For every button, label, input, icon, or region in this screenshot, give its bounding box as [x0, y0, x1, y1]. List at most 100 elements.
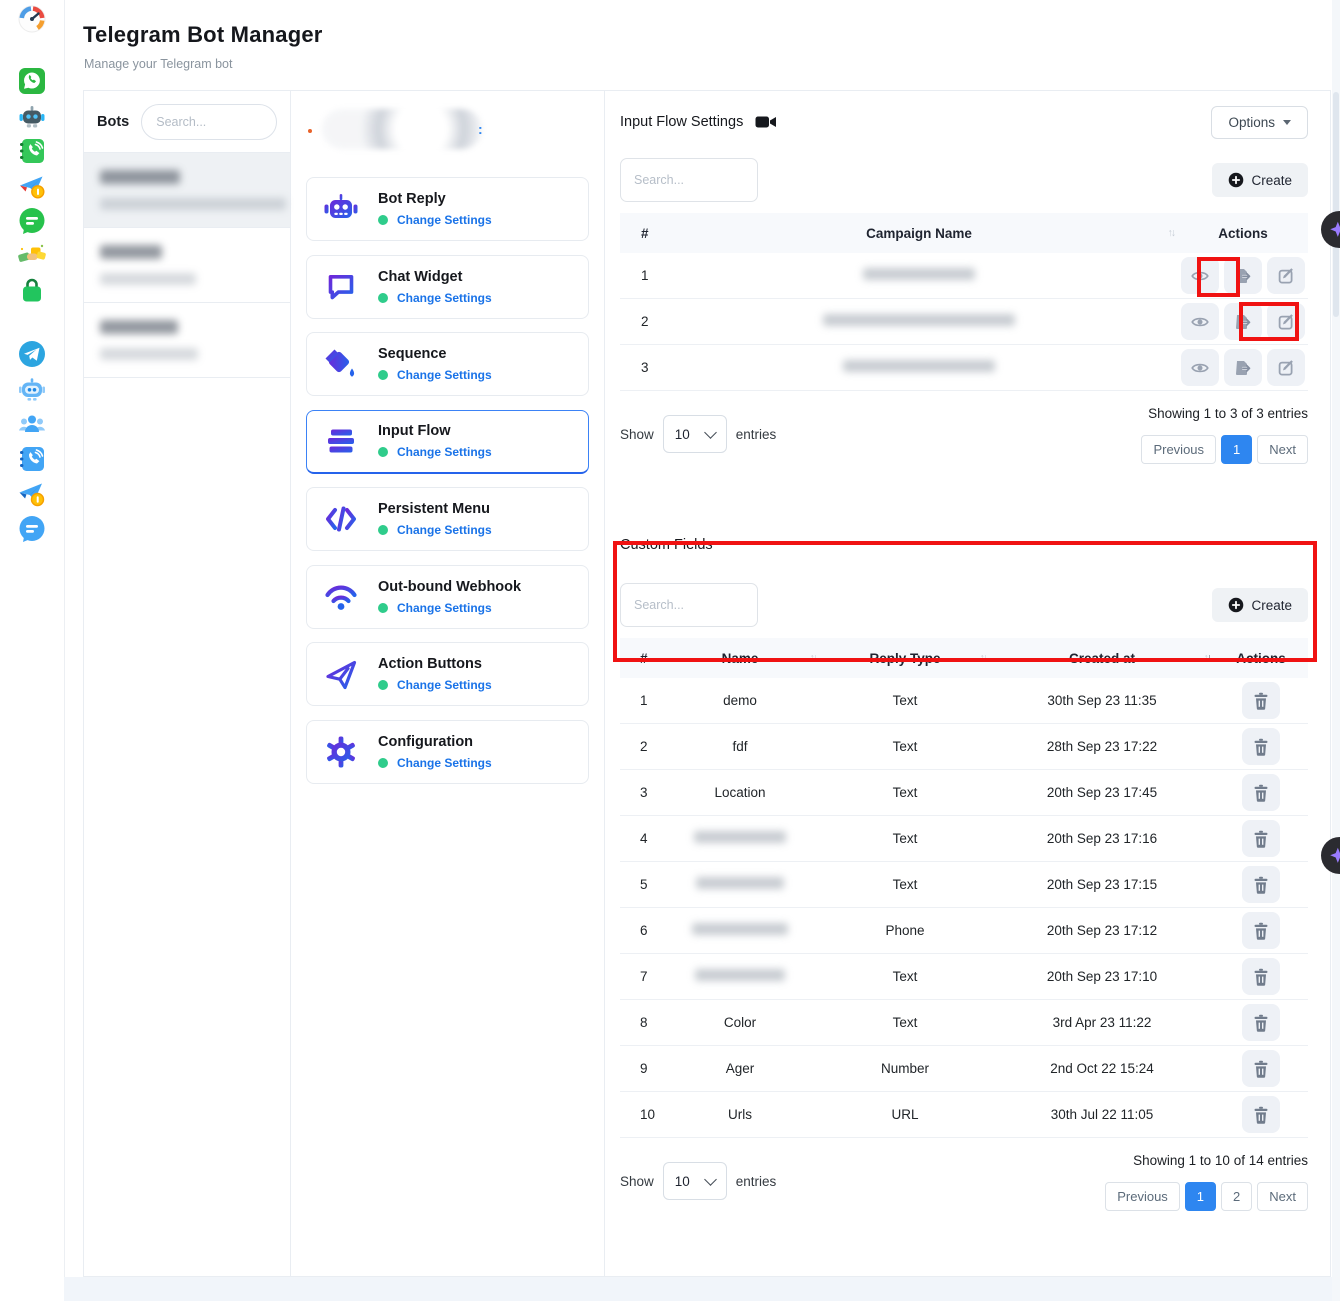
export-button[interactable]: [1224, 349, 1262, 386]
options-button[interactable]: Options: [1211, 106, 1308, 139]
export-button[interactable]: [1224, 303, 1262, 340]
col-reply-type[interactable]: Reply Type↑↓: [820, 651, 990, 666]
delete-button[interactable]: [1242, 774, 1280, 811]
settings-card-bot-reply[interactable]: Bot Reply Change Settings: [306, 177, 589, 241]
partnership-icon[interactable]: [18, 242, 46, 270]
contacts-green-icon[interactable]: [18, 137, 46, 165]
settings-card-sequence[interactable]: Sequence Change Settings: [306, 332, 589, 396]
bots-search-input[interactable]: [141, 104, 277, 140]
change-settings-link[interactable]: Change Settings: [397, 678, 492, 692]
edit-button[interactable]: [1267, 349, 1305, 386]
scrollbar-thumb[interactable]: [1333, 92, 1339, 317]
whatsapp-icon[interactable]: [18, 67, 46, 95]
settings-card-persistent-menu[interactable]: Persistent Menu Change Settings: [306, 487, 589, 551]
group-icon[interactable]: [18, 410, 46, 438]
view-button[interactable]: [1181, 303, 1219, 340]
bot-menu-dots[interactable]: :: [478, 121, 483, 137]
page-scrollbar[interactable]: [1332, 0, 1340, 1301]
content-card: Telegram Bot Manager Manage your Telegra…: [64, 0, 1332, 1277]
trash-icon: [1253, 1106, 1269, 1124]
create-campaign-button[interactable]: Create: [1212, 163, 1308, 197]
settings-card-chat-widget[interactable]: Chat Widget Change Settings: [306, 255, 589, 319]
delete-button[interactable]: [1242, 820, 1280, 857]
shop-bag-icon[interactable]: [18, 277, 46, 305]
change-settings-link[interactable]: Change Settings: [397, 213, 492, 227]
settings-card-configuration[interactable]: Configuration Change Settings: [306, 720, 589, 784]
edit-button[interactable]: [1267, 303, 1305, 340]
change-settings-link[interactable]: Change Settings: [397, 756, 492, 770]
next-page-button[interactable]: Next: [1257, 435, 1308, 464]
bot-list-item[interactable]: [84, 153, 290, 228]
page-button-1[interactable]: 1: [1185, 1182, 1216, 1211]
reply-type: Text: [820, 693, 990, 708]
view-button[interactable]: [1181, 257, 1219, 294]
sort-icon[interactable]: ↑↓: [1168, 227, 1175, 239]
delete-button[interactable]: [1242, 728, 1280, 765]
card-title: Chat Widget: [378, 269, 492, 285]
status-green-dot: [378, 525, 388, 535]
change-settings-link[interactable]: Change Settings: [397, 291, 492, 305]
chat-blue-icon[interactable]: [18, 515, 46, 543]
delete-button[interactable]: [1242, 1096, 1280, 1133]
redacted-field-name: [696, 877, 784, 889]
change-settings-link[interactable]: Change Settings: [397, 601, 492, 615]
custom-fields-search-input[interactable]: [620, 583, 758, 627]
field-name: Location: [660, 785, 820, 800]
edit-button[interactable]: [1267, 257, 1305, 294]
page-size-select[interactable]: 10: [663, 1162, 727, 1200]
reply-type: Phone: [820, 923, 990, 938]
bot-blue-icon[interactable]: [18, 375, 46, 403]
bot-list-item[interactable]: [84, 303, 290, 378]
export-button[interactable]: [1224, 257, 1262, 294]
delete-button[interactable]: [1242, 682, 1280, 719]
telegram-coin-blue-icon[interactable]: [18, 480, 46, 508]
dashboard-logo-icon[interactable]: [18, 5, 46, 33]
chat-green-icon[interactable]: [18, 207, 46, 235]
created-at: 20th Sep 23 17:45: [990, 785, 1214, 800]
delete-button[interactable]: [1242, 866, 1280, 903]
change-settings-link[interactable]: Change Settings: [397, 523, 492, 537]
col-name[interactable]: Name↑↓: [660, 651, 820, 666]
sort-icon[interactable]: ↑↓: [1204, 652, 1211, 664]
telegram-coin-icon[interactable]: [18, 172, 46, 200]
bot-list-item[interactable]: [84, 228, 290, 303]
next-page-button[interactable]: Next: [1257, 1182, 1308, 1211]
redacted-campaign-name: [843, 360, 995, 372]
edit-icon: [1278, 267, 1295, 284]
campaign-search-input[interactable]: [620, 158, 758, 202]
col-campaign-name[interactable]: Campaign Name↑↓: [660, 226, 1178, 241]
status-green-dot: [378, 293, 388, 303]
sort-icon[interactable]: ↑↓: [810, 652, 817, 664]
edit-icon: [1278, 313, 1295, 330]
sort-icon[interactable]: ↑↓: [980, 652, 987, 664]
telegram-icon[interactable]: [18, 340, 46, 368]
page-button-1[interactable]: 1: [1221, 435, 1252, 464]
table-row: 2: [620, 299, 1308, 345]
create-custom-field-button[interactable]: Create: [1212, 588, 1308, 622]
contacts-blue-icon[interactable]: [18, 445, 46, 473]
settings-card-action-buttons[interactable]: Action Buttons Change Settings: [306, 642, 589, 706]
row-number: 5: [620, 877, 660, 892]
settings-card-input-flow[interactable]: Input Flow Change Settings: [306, 410, 589, 474]
plus-circle-icon: [1228, 172, 1244, 188]
row-number: 8: [620, 1015, 660, 1030]
page-size-select[interactable]: 10: [663, 415, 727, 453]
status-dot: [308, 129, 312, 133]
show-label: Show: [620, 1174, 654, 1189]
delete-button[interactable]: [1242, 1004, 1280, 1041]
redacted-field-name: [694, 831, 786, 843]
change-settings-link[interactable]: Change Settings: [397, 368, 492, 382]
delete-button[interactable]: [1242, 1050, 1280, 1087]
col-created-at[interactable]: Created at↑↓: [990, 651, 1214, 666]
change-settings-link[interactable]: Change Settings: [397, 445, 492, 459]
delete-button[interactable]: [1242, 912, 1280, 949]
previous-page-button[interactable]: Previous: [1105, 1182, 1180, 1211]
row-number: 4: [620, 831, 660, 846]
settings-card-outbound-webhook[interactable]: Out-bound Webhook Change Settings: [306, 565, 589, 629]
delete-button[interactable]: [1242, 958, 1280, 995]
page-button-2[interactable]: 2: [1221, 1182, 1252, 1211]
bot-icon[interactable]: [18, 102, 46, 130]
redacted-bot-username: [100, 198, 286, 210]
previous-page-button[interactable]: Previous: [1141, 435, 1216, 464]
view-button[interactable]: [1181, 349, 1219, 386]
